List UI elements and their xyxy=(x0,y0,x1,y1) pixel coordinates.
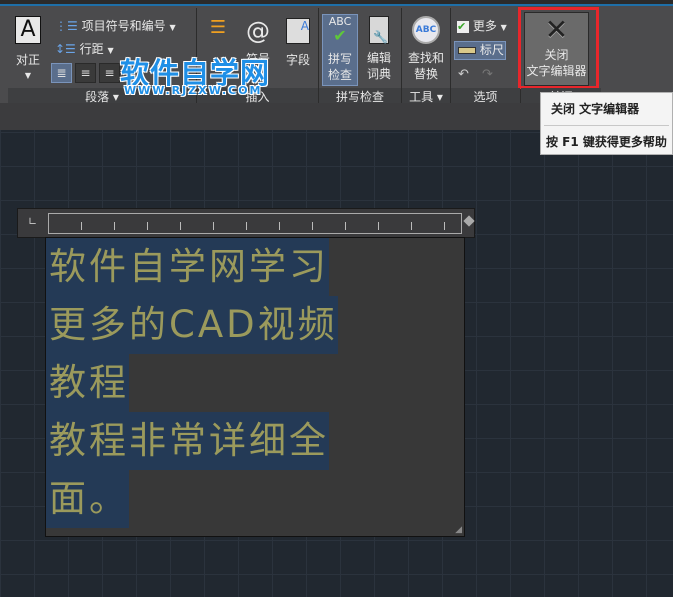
text-ruler[interactable]: ∟ xyxy=(17,208,475,238)
more-label: 更多 xyxy=(472,19,497,33)
line-spacing-label: 行距 xyxy=(79,42,104,56)
align-left-button[interactable]: ≣ xyxy=(51,63,72,83)
more-button[interactable]: ✔ 更多 ▼ xyxy=(457,17,507,34)
spell-check-label-2: 检查 xyxy=(327,68,352,82)
dictionary-label-1: 编辑 xyxy=(366,51,391,65)
justify-icon: A xyxy=(15,16,41,44)
dropdown-arrow-icon: ▼ xyxy=(500,23,507,32)
checkbox-icon: ✔ xyxy=(457,20,469,33)
align-right-button[interactable]: ≡ xyxy=(99,63,120,83)
mtext-editor[interactable]: 软件自学网学习 更多的CAD视频 教程 教程非常详细全 面。 ◢ xyxy=(45,237,465,537)
dictionary-icon: 🔧 xyxy=(369,16,389,44)
dictionary-label-2: 词典 xyxy=(366,67,391,81)
tooltip-title: 关闭 文字编辑器 xyxy=(544,93,669,126)
tooltip: 关闭 文字编辑器 按 F1 键获得更多帮助 xyxy=(540,92,673,155)
highlight-outline xyxy=(518,7,599,89)
undo-button[interactable]: ↶ xyxy=(458,67,469,82)
ruler-width-handle[interactable] xyxy=(463,215,475,227)
tab-type-icon[interactable]: ∟ xyxy=(28,215,37,228)
dropdown-arrow-icon: ▼ xyxy=(169,23,176,32)
ruler-scale[interactable] xyxy=(48,213,462,234)
field-button[interactable]: A 字段 xyxy=(282,16,314,78)
find-replace-button[interactable]: ABC 查找和 替换 xyxy=(403,14,449,86)
spell-check-icon: ABC ✔ xyxy=(328,15,352,45)
undo-icon: ↶ xyxy=(458,67,469,82)
field-icon: A xyxy=(286,18,310,44)
columns-icon: ☰ xyxy=(209,17,227,38)
dropdown-arrow-icon: ▼ xyxy=(24,71,32,80)
bullets-icon: ⋮☰ xyxy=(55,19,78,33)
bullets-button[interactable]: ⋮☰ 项目符号和编号 ▼ xyxy=(55,17,176,34)
text-line[interactable]: 教程 xyxy=(46,354,129,412)
watermark-url: WWW.RJZXW.COM xyxy=(124,84,263,97)
magnifier-icon: ABC xyxy=(412,16,440,44)
text-line[interactable]: 教程非常详细全 xyxy=(46,412,329,470)
redo-icon: ↷ xyxy=(482,67,493,82)
line-spacing-button[interactable]: ↕☰ 行距 ▼ xyxy=(55,40,114,57)
edit-dictionary-button[interactable]: 🔧 编辑 词典 xyxy=(361,14,397,86)
ribbon: A 对正 ▼ ⋮☰ 项目符号和编号 ▼ ↕☰ 行距 ▼ ≣ ≡ ≡ ☰ @ 符号… xyxy=(0,0,673,106)
dropdown-arrow-icon: ▼ xyxy=(107,46,114,55)
ruler-icon xyxy=(458,47,476,54)
line-spacing-icon: ↕☰ xyxy=(55,42,76,56)
resize-grip-icon[interactable]: ◢ xyxy=(455,525,462,535)
tooltip-help: 按 F1 键获得更多帮助 xyxy=(546,135,667,149)
redo-button[interactable]: ↷ xyxy=(482,67,493,82)
ruler-toggle-button[interactable]: 标尺 xyxy=(454,41,506,60)
column-button[interactable]: ☰ xyxy=(205,17,231,50)
field-label: 字段 xyxy=(285,53,310,67)
align-center-button[interactable]: ≡ xyxy=(75,63,96,83)
at-symbol-icon: @ xyxy=(246,17,270,45)
ruler-label: 标尺 xyxy=(479,43,504,57)
spell-check-label-1: 拼写 xyxy=(327,52,352,66)
text-line[interactable]: 软件自学网学习 xyxy=(46,238,329,296)
text-line[interactable]: 面。 xyxy=(46,470,129,528)
justify-button[interactable]: A 对正 ▼ xyxy=(9,12,47,80)
find-label-1: 查找和 xyxy=(407,51,444,65)
bullets-label: 项目符号和编号 xyxy=(81,19,166,33)
justify-label: 对正 xyxy=(15,53,40,67)
spell-check-button[interactable]: ABC ✔ 拼写 检查 xyxy=(322,14,358,86)
text-line[interactable]: 更多的CAD视频 xyxy=(46,296,338,354)
find-label-2: 替换 xyxy=(413,67,438,81)
ribbon-top-line xyxy=(0,4,673,6)
